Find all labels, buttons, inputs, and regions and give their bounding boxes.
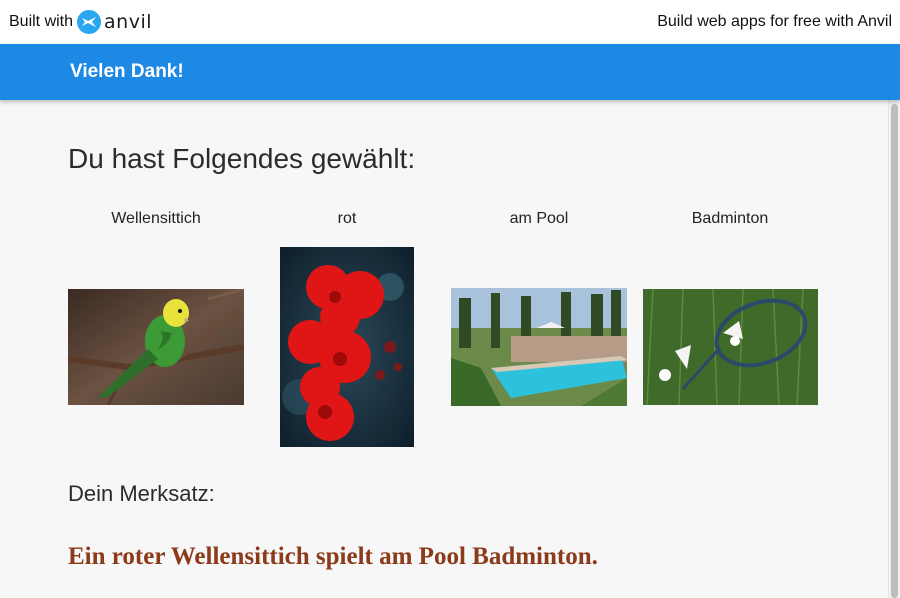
build-free-link[interactable]: Build web apps for free with Anvil	[657, 13, 892, 31]
built-with-label: Built with	[9, 13, 74, 30]
choice-red: rot	[259, 208, 435, 230]
red-flower-photo	[280, 247, 414, 447]
app-bar: Vielen Dank!	[0, 44, 900, 100]
budgie-photo	[68, 289, 244, 405]
pool-photo	[451, 288, 627, 406]
motto-sentence: Ein roter Wellensittich spielt am Pool B…	[68, 543, 598, 570]
scrollbar-thumb[interactable]	[891, 104, 898, 598]
badminton-photo	[643, 289, 818, 405]
choice-label: Badminton	[691, 210, 769, 227]
choice-badminton: Badminton	[642, 208, 818, 230]
built-with-anvil-link[interactable]: Built with anvil	[9, 10, 152, 34]
choice-budgie: Wellensittich	[68, 208, 244, 230]
selection-heading: Du hast Folgendes gewählt:	[68, 143, 416, 174]
anvil-logo-icon	[77, 10, 102, 34]
motto-heading: Dein Merksatz:	[68, 481, 215, 506]
choice-label: Wellensittich	[111, 210, 201, 227]
choice-label: rot	[337, 210, 357, 227]
choice-pool: am Pool	[451, 208, 627, 230]
scrollbar[interactable]	[888, 100, 900, 598]
page-title: Vielen Dank!	[70, 61, 184, 82]
choice-label: am Pool	[509, 210, 569, 227]
anvil-banner: Built with anvil Build web apps for free…	[0, 0, 900, 44]
anvil-wordmark: anvil	[104, 11, 153, 33]
